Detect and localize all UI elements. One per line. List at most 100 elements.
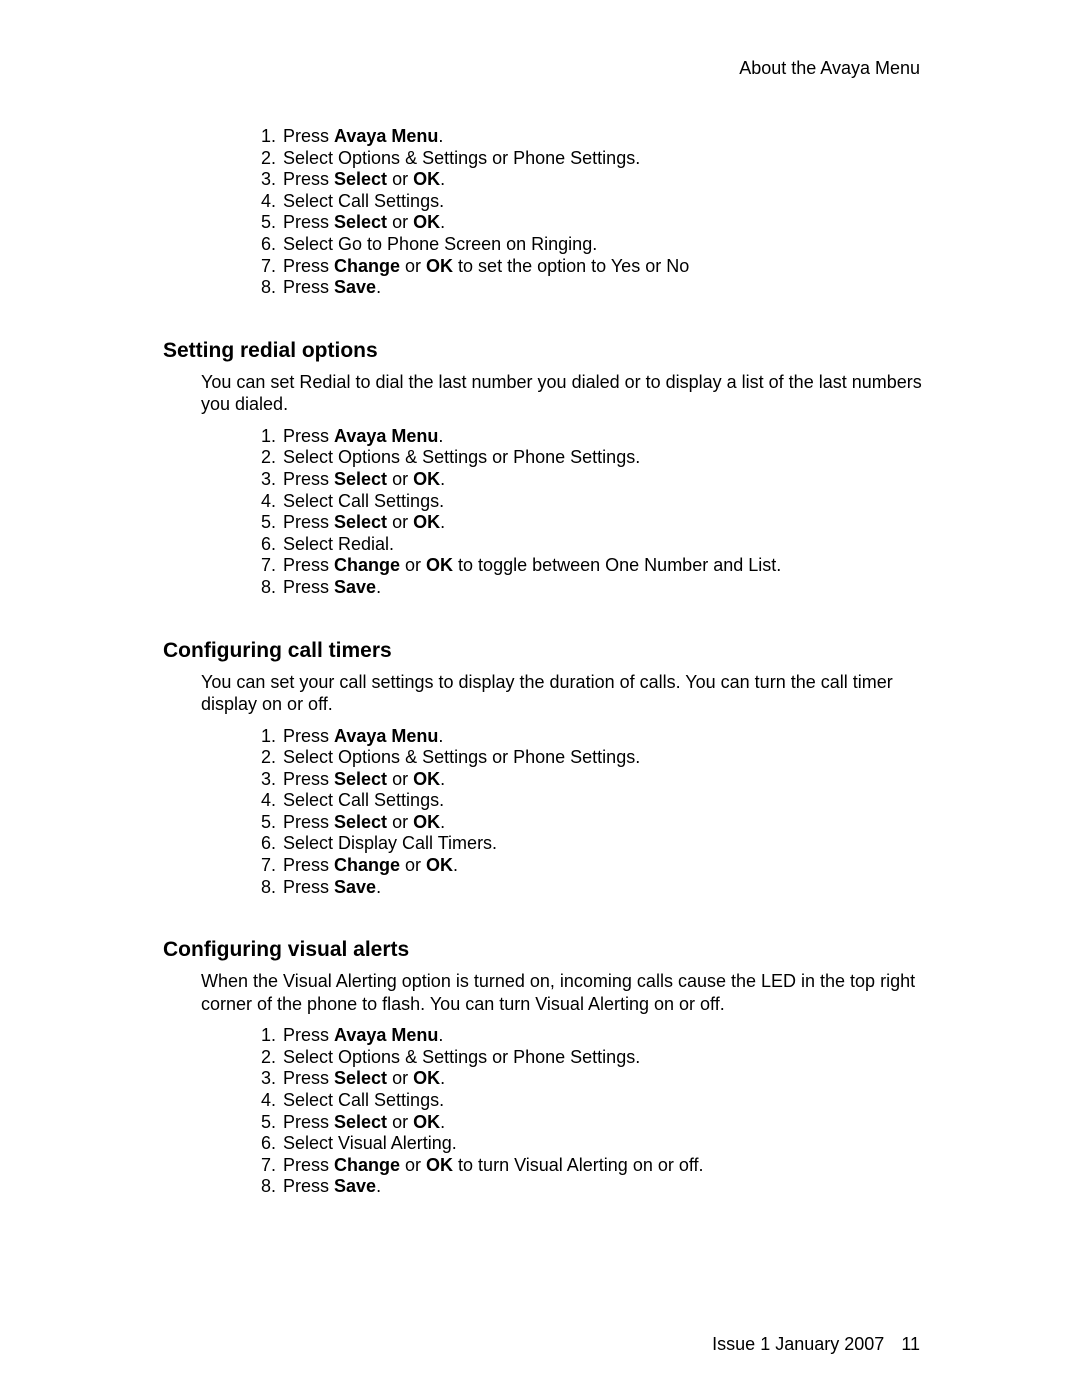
step: Press Save. bbox=[281, 877, 923, 899]
step-text: Select Options & Settings or Phone Setti… bbox=[283, 447, 640, 467]
step: Press Select or OK. bbox=[281, 812, 923, 834]
step-bold-text: OK bbox=[426, 855, 453, 875]
step: Press Avaya Menu. bbox=[281, 126, 923, 148]
step-text: Press bbox=[283, 1068, 334, 1088]
step-text: Select Visual Alerting. bbox=[283, 1133, 457, 1153]
step: Press Avaya Menu. bbox=[281, 1025, 923, 1047]
step: Press Change or OK. bbox=[281, 855, 923, 877]
step-text: . bbox=[376, 877, 381, 897]
step: Press Save. bbox=[281, 277, 923, 299]
page-content: Press Avaya Menu.Select Options & Settin… bbox=[163, 126, 923, 1238]
step-text: or bbox=[400, 256, 426, 276]
issue-label: Issue 1 January 2007 bbox=[712, 1334, 884, 1354]
step: Press Save. bbox=[281, 1176, 923, 1198]
step: Press Select or OK. bbox=[281, 769, 923, 791]
step: Select Call Settings. bbox=[281, 790, 923, 812]
step-text: Press bbox=[283, 212, 334, 232]
step-text: Press bbox=[283, 1025, 334, 1045]
step: Press Change or OK to toggle between One… bbox=[281, 555, 923, 577]
step-bold-text: Select bbox=[334, 212, 387, 232]
section-heading: Setting redial options bbox=[163, 339, 923, 363]
step-bold-text: OK bbox=[413, 169, 440, 189]
step-text: Select Display Call Timers. bbox=[283, 833, 497, 853]
step-text: or bbox=[387, 469, 413, 489]
step-text: or bbox=[387, 169, 413, 189]
step-list: Press Avaya Menu.Select Options & Settin… bbox=[233, 126, 923, 299]
step-bold-text: OK bbox=[413, 1068, 440, 1088]
step-text: . bbox=[438, 1025, 443, 1045]
step-text: to toggle between One Number and List. bbox=[453, 555, 781, 575]
step: Press Select or OK. bbox=[281, 1112, 923, 1134]
step-text: . bbox=[376, 1176, 381, 1196]
page-footer: Issue 1 January 2007 11 bbox=[712, 1334, 920, 1355]
step-bold-text: OK bbox=[413, 812, 440, 832]
step-text: or bbox=[387, 512, 413, 532]
step-list: Press Avaya Menu.Select Options & Settin… bbox=[233, 1025, 923, 1198]
step-text: Select Options & Settings or Phone Setti… bbox=[283, 1047, 640, 1067]
step-text: Press bbox=[283, 277, 334, 297]
step-text: Press bbox=[283, 469, 334, 489]
step-bold-text: Change bbox=[334, 855, 400, 875]
step-text: . bbox=[438, 426, 443, 446]
step: Press Select or OK. bbox=[281, 1068, 923, 1090]
step-text: or bbox=[387, 1112, 413, 1132]
step-bold-text: OK bbox=[426, 256, 453, 276]
step-bold-text: Select bbox=[334, 769, 387, 789]
step-bold-text: OK bbox=[426, 1155, 453, 1175]
step: Press Select or OK. bbox=[281, 469, 923, 491]
section-heading: Configuring call timers bbox=[163, 639, 923, 663]
section-intro: You can set Redial to dial the last numb… bbox=[201, 371, 923, 416]
section: Configuring call timersYou can set your … bbox=[163, 639, 923, 899]
step-text: or bbox=[400, 555, 426, 575]
step: Select Redial. bbox=[281, 534, 923, 556]
step-text: Press bbox=[283, 769, 334, 789]
step-text: Press bbox=[283, 256, 334, 276]
step-text: . bbox=[440, 812, 445, 832]
step-text: Press bbox=[283, 1112, 334, 1132]
step: Select Options & Settings or Phone Setti… bbox=[281, 447, 923, 469]
step-bold-text: Change bbox=[334, 555, 400, 575]
step-text: Press bbox=[283, 812, 334, 832]
step-bold-text: Select bbox=[334, 169, 387, 189]
section-intro: When the Visual Alerting option is turne… bbox=[201, 970, 923, 1015]
step-bold-text: Select bbox=[334, 512, 387, 532]
step-text: or bbox=[400, 1155, 426, 1175]
step-bold-text: Avaya Menu bbox=[334, 426, 438, 446]
step: Press Change or OK to turn Visual Alerti… bbox=[281, 1155, 923, 1177]
step-text: Select Options & Settings or Phone Setti… bbox=[283, 148, 640, 168]
step-text: . bbox=[376, 577, 381, 597]
step: Select Go to Phone Screen on Ringing. bbox=[281, 234, 923, 256]
step-bold-text: OK bbox=[413, 512, 440, 532]
step-bold-text: Change bbox=[334, 256, 400, 276]
step-text: Press bbox=[283, 126, 334, 146]
step-text: . bbox=[440, 1068, 445, 1088]
step: Select Call Settings. bbox=[281, 191, 923, 213]
step: Select Options & Settings or Phone Setti… bbox=[281, 148, 923, 170]
step-list: Press Avaya Menu.Select Options & Settin… bbox=[233, 426, 923, 599]
step-bold-text: Change bbox=[334, 1155, 400, 1175]
step-bold-text: Select bbox=[334, 1068, 387, 1088]
step-text: Select Go to Phone Screen on Ringing. bbox=[283, 234, 597, 254]
section-heading: Configuring visual alerts bbox=[163, 938, 923, 962]
step-text: or bbox=[387, 769, 413, 789]
step: Press Save. bbox=[281, 577, 923, 599]
step: Press Avaya Menu. bbox=[281, 426, 923, 448]
step-text: Select Options & Settings or Phone Setti… bbox=[283, 747, 640, 767]
step-text: Press bbox=[283, 577, 334, 597]
step: Press Avaya Menu. bbox=[281, 726, 923, 748]
step-bold-text: Avaya Menu bbox=[334, 126, 438, 146]
step-text: to turn Visual Alerting on or off. bbox=[453, 1155, 704, 1175]
step: Press Change or OK to set the option to … bbox=[281, 256, 923, 278]
step: Select Options & Settings or Phone Setti… bbox=[281, 1047, 923, 1069]
step-text: Press bbox=[283, 512, 334, 532]
step-text: or bbox=[400, 855, 426, 875]
step-text: Press bbox=[283, 169, 334, 189]
step-text: Press bbox=[283, 877, 334, 897]
step: Select Display Call Timers. bbox=[281, 833, 923, 855]
step-text: or bbox=[387, 1068, 413, 1088]
step-bold-text: OK bbox=[413, 769, 440, 789]
step-bold-text: Avaya Menu bbox=[334, 726, 438, 746]
step-text: Select Redial. bbox=[283, 534, 394, 554]
step: Press Select or OK. bbox=[281, 169, 923, 191]
step-text: Press bbox=[283, 726, 334, 746]
